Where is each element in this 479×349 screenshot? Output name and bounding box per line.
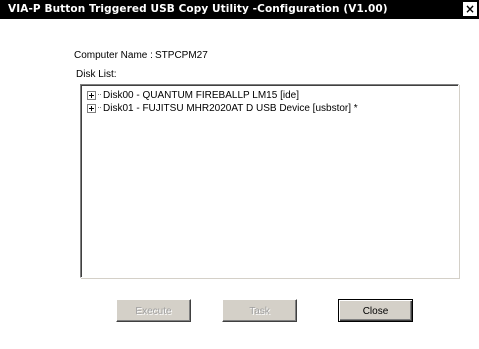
tree-item-label: Disk01 - FUJITSU MHR2020AT D USB Device … xyxy=(103,102,358,114)
execute-button[interactable]: Execute xyxy=(116,299,191,322)
window-title: VIA-P Button Triggered USB Copy Utility … xyxy=(8,3,388,15)
title-bar[interactable]: VIA-P Button Triggered USB Copy Utility … xyxy=(0,0,479,19)
config-window: VIA-P Button Triggered USB Copy Utility … xyxy=(0,0,479,349)
tree-connector xyxy=(98,94,101,96)
computer-name-label: Computer Name : xyxy=(74,50,153,61)
computer-name-value: STPCPM27 xyxy=(155,50,208,61)
close-icon[interactable]: × xyxy=(463,2,477,16)
disk-list-label: Disk List: xyxy=(76,69,117,80)
tree-item-label: Disk00 - QUANTUM FIREBALLP LM15 [ide] xyxy=(103,89,299,101)
tree-connector xyxy=(98,107,101,109)
expand-plus-icon[interactable] xyxy=(87,90,96,100)
tree-item-disk01[interactable]: Disk01 - FUJITSU MHR2020AT D USB Device … xyxy=(87,102,358,114)
task-button[interactable]: Task xyxy=(222,299,297,322)
expand-plus-icon[interactable] xyxy=(87,103,96,113)
left-edge xyxy=(0,19,9,349)
tree-item-disk00[interactable]: Disk00 - QUANTUM FIREBALLP LM15 [ide] xyxy=(87,89,299,101)
close-button[interactable]: Close xyxy=(338,299,413,322)
disk-list-tree[interactable]: Disk00 - QUANTUM FIREBALLP LM15 [ide] Di… xyxy=(80,84,459,278)
